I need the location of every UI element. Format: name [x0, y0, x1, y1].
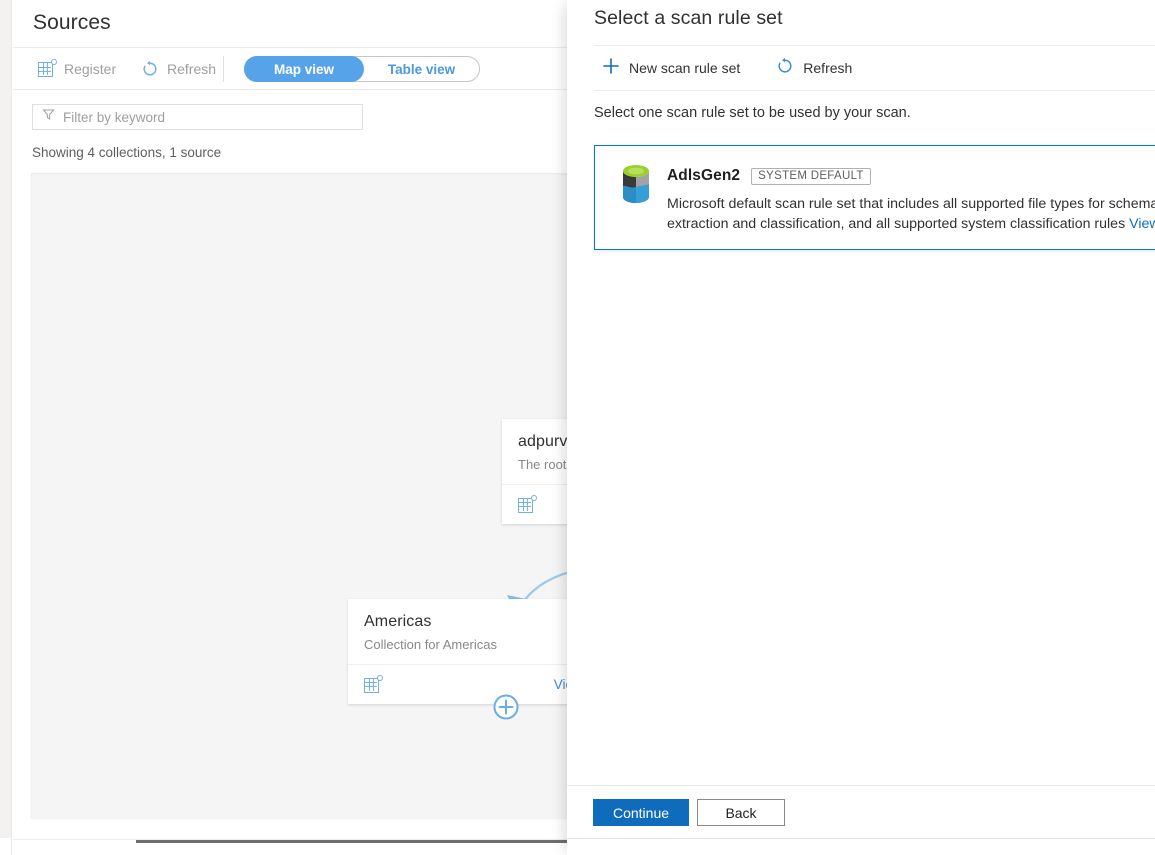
- page-title: Sources: [33, 11, 111, 35]
- register-button[interactable]: Register: [32, 53, 122, 85]
- tab-map-view[interactable]: Map view: [244, 56, 364, 82]
- panel-footer-divider: [567, 785, 1155, 786]
- tab-table-view[interactable]: Table view: [363, 56, 480, 82]
- register-grid-icon[interactable]: [518, 496, 536, 514]
- refresh-button[interactable]: Refresh: [135, 53, 222, 85]
- panel-command-bar: New scan rule set Refresh: [594, 46, 866, 90]
- adls-gen2-storage-icon: [617, 163, 655, 205]
- status-badge: SYSTEM DEFAULT: [751, 168, 871, 185]
- refresh-button-label: Refresh: [167, 61, 216, 77]
- refresh-icon: [776, 57, 794, 80]
- refresh-icon: [141, 60, 159, 78]
- continue-button[interactable]: Continue: [593, 799, 689, 826]
- scan-rule-set-header: AdlsGen2 SYSTEM DEFAULT: [667, 167, 871, 185]
- filter-input-placeholder: Filter by keyword: [63, 110, 165, 125]
- filter-funnel-icon: [42, 108, 55, 126]
- scan-rule-set-name: AdlsGen2: [667, 167, 740, 185]
- command-bar-separator: [223, 56, 224, 82]
- view-rule-set-link[interactable]: View: [1129, 216, 1155, 232]
- new-scan-rule-set-label: New scan rule set: [629, 60, 740, 76]
- register-grid-icon[interactable]: [364, 676, 382, 694]
- left-rail-strip: [0, 0, 12, 838]
- register-button-label: Register: [64, 61, 116, 77]
- panel-command-divider: [594, 90, 1155, 91]
- panel-description: Select one scan rule set to be used by y…: [594, 105, 911, 121]
- results-summary: Showing 4 collections, 1 source: [32, 145, 221, 160]
- left-rail-strip-bottom: [0, 838, 12, 855]
- plus-icon: [602, 57, 620, 80]
- register-grid-icon: [38, 60, 56, 78]
- add-circle-icon[interactable]: [490, 691, 522, 723]
- collection-card-subtitle: Collection for Americas: [364, 637, 594, 652]
- filter-input[interactable]: Filter by keyword: [32, 104, 363, 130]
- scan-rule-set-card-adlsgen2[interactable]: AdlsGen2 SYSTEM DEFAULT Microsoft defaul…: [594, 145, 1155, 250]
- panel-title: Select a scan rule set: [594, 7, 783, 30]
- app-root: Sources Register Refresh: [0, 0, 1155, 855]
- back-button[interactable]: Back: [697, 799, 785, 826]
- panel-refresh-button[interactable]: Refresh: [768, 52, 860, 84]
- view-toggle[interactable]: Map view Table view: [244, 56, 480, 82]
- panel-refresh-label: Refresh: [803, 60, 852, 76]
- scan-rule-set-description-text: Microsoft default scan rule set that inc…: [667, 196, 1155, 232]
- scan-rule-set-panel: Select a scan rule set New scan rule set: [567, 0, 1155, 855]
- scan-rule-set-description: Microsoft default scan rule set that inc…: [667, 194, 1155, 234]
- new-scan-rule-set-button[interactable]: New scan rule set: [594, 52, 748, 84]
- collection-card-title: Americas: [364, 613, 594, 631]
- panel-bottom-divider: [567, 838, 1155, 839]
